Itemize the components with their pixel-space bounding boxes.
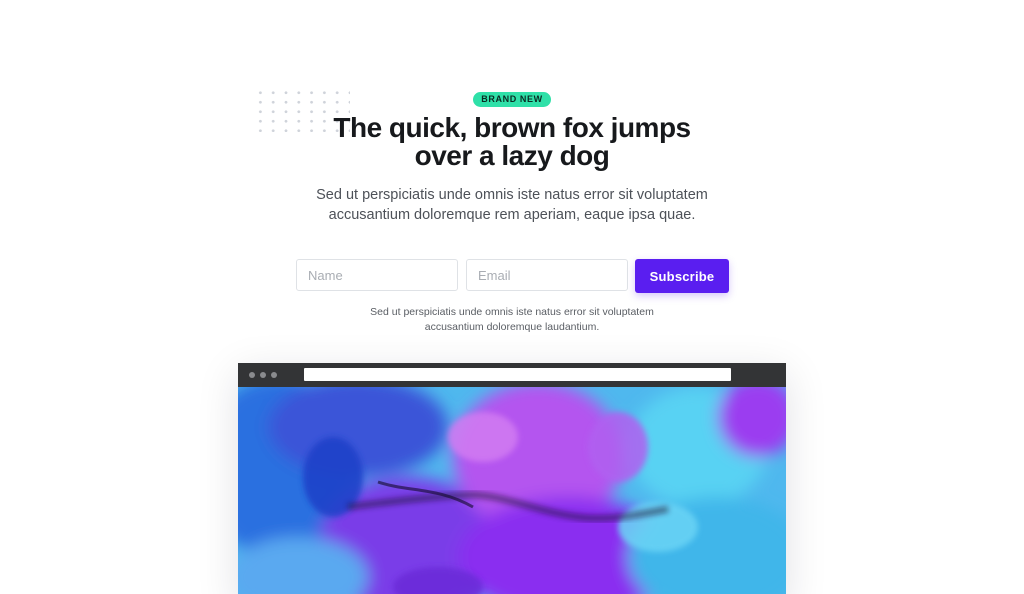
browser-toolbar <box>238 363 786 387</box>
hero-subtitle-line1: Sed ut perspiciatis unde omnis iste natu… <box>316 187 708 203</box>
hero-title-line2: over a lazy dog <box>414 140 610 171</box>
landing-page: BRAND NEW The quick, brown fox jumps ove… <box>0 0 1024 594</box>
form-fineprint: Sed ut perspiciatis unde omnis iste natu… <box>332 305 692 335</box>
hero-title-line1: The quick, brown fox jumps <box>333 112 691 143</box>
browser-mockup <box>238 363 786 594</box>
fineprint-line2: accusantium doloremque laudantium. <box>424 321 600 333</box>
hero-subtitle: Sed ut perspiciatis unde omnis iste natu… <box>287 186 737 225</box>
window-dot-icon <box>271 372 277 378</box>
alcohol-ink-hero-image <box>238 387 786 594</box>
window-dot-icon <box>260 372 266 378</box>
address-bar <box>304 368 731 381</box>
hero-title: The quick, brown fox jumps over a lazy d… <box>262 114 762 170</box>
name-input[interactable] <box>296 259 458 291</box>
email-input[interactable] <box>466 259 628 291</box>
window-dot-icon <box>249 372 255 378</box>
fineprint-line1: Sed ut perspiciatis unde omnis iste natu… <box>370 306 654 318</box>
hero-subtitle-line2: accusantium doloremque rem aperiam, eaqu… <box>328 206 696 223</box>
subscribe-button[interactable]: Subscribe <box>635 259 729 293</box>
brand-new-badge: BRAND NEW <box>473 92 551 107</box>
